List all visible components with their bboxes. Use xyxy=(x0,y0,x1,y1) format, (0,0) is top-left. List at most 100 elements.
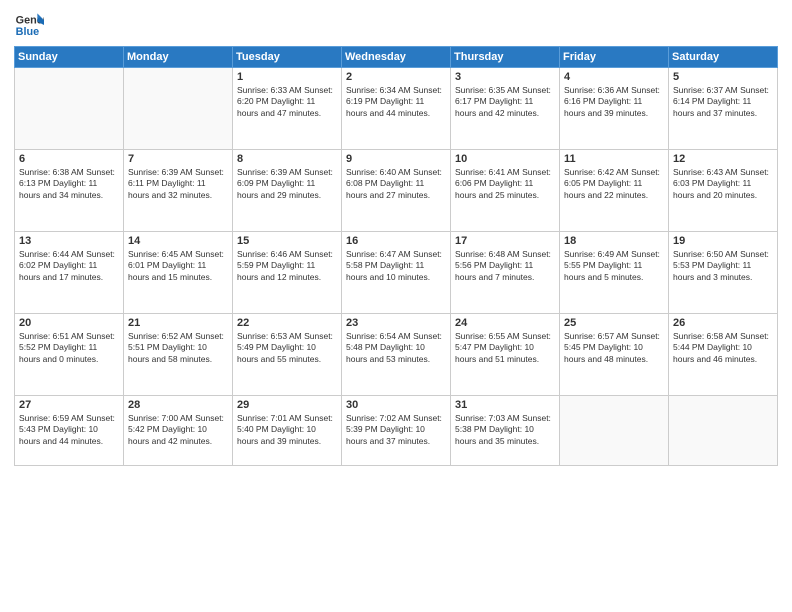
day-number: 7 xyxy=(128,153,228,165)
calendar-cell xyxy=(15,68,124,150)
day-number: 8 xyxy=(237,153,337,165)
calendar-week-2: 6 Sunrise: 6:38 AM Sunset: 6:13 PM Daylig… xyxy=(15,150,778,232)
day-number: 9 xyxy=(346,153,446,165)
calendar-cell: 9 Sunrise: 6:40 AM Sunset: 6:08 PM Daylig… xyxy=(342,150,451,232)
day-info: Sunrise: 6:52 AM Sunset: 5:51 PM Dayligh… xyxy=(128,331,228,365)
calendar-cell: 24Sunrise: 6:55 AM Sunset: 5:47 PM Dayli… xyxy=(451,314,560,396)
day-info: Sunrise: 6:50 AM Sunset: 5:53 PM Dayligh… xyxy=(673,249,773,283)
day-info: Sunrise: 6:44 AM Sunset: 6:02 PM Dayligh… xyxy=(19,249,119,283)
day-info: Sunrise: 7:01 AM Sunset: 5:40 PM Dayligh… xyxy=(237,413,337,447)
day-number: 16 xyxy=(346,235,446,247)
weekday-header-wednesday: Wednesday xyxy=(342,47,451,68)
day-number: 4 xyxy=(564,71,664,83)
day-number: 12 xyxy=(673,153,773,165)
svg-text:Blue: Blue xyxy=(16,26,39,38)
calendar-cell: 30Sunrise: 7:02 AM Sunset: 5:39 PM Dayli… xyxy=(342,396,451,466)
calendar-cell: 13 Sunrise: 6:44 AM Sunset: 6:02 PM Dayli… xyxy=(15,232,124,314)
day-number: 26 xyxy=(673,317,773,329)
day-info: Sunrise: 7:02 AM Sunset: 5:39 PM Dayligh… xyxy=(346,413,446,447)
day-number: 18 xyxy=(564,235,664,247)
calendar-cell: 10Sunrise: 6:41 AM Sunset: 6:06 PM Dayli… xyxy=(451,150,560,232)
day-number: 6 xyxy=(19,153,119,165)
day-info: Sunrise: 6:39 AM Sunset: 6:09 PM Dayligh… xyxy=(237,167,337,201)
day-info: Sunrise: 6:43 AM Sunset: 6:03 PM Dayligh… xyxy=(673,167,773,201)
calendar-cell: 19 Sunrise: 6:50 AM Sunset: 5:53 PM Dayli… xyxy=(669,232,778,314)
day-number: 14 xyxy=(128,235,228,247)
calendar-header-row: SundayMondayTuesdayWednesdayThursdayFrid… xyxy=(15,47,778,68)
day-number: 11 xyxy=(564,153,664,165)
day-info: Sunrise: 6:47 AM Sunset: 5:58 PM Dayligh… xyxy=(346,249,446,283)
day-number: 28 xyxy=(128,399,228,411)
calendar-cell: 23 Sunrise: 6:54 AM Sunset: 5:48 PM Dayli… xyxy=(342,314,451,396)
day-info: Sunrise: 6:38 AM Sunset: 6:13 PM Dayligh… xyxy=(19,167,119,201)
day-number: 3 xyxy=(455,71,555,83)
day-number: 27 xyxy=(19,399,119,411)
weekday-header-tuesday: Tuesday xyxy=(233,47,342,68)
day-info: Sunrise: 6:36 AM Sunset: 6:16 PM Dayligh… xyxy=(564,85,664,119)
calendar-cell: 18 Sunrise: 6:49 AM Sunset: 5:55 PM Dayli… xyxy=(560,232,669,314)
day-number: 1 xyxy=(237,71,337,83)
day-info: Sunrise: 6:45 AM Sunset: 6:01 PM Dayligh… xyxy=(128,249,228,283)
logo: General Blue xyxy=(14,10,44,40)
calendar-cell: 14 Sunrise: 6:45 AM Sunset: 6:01 PM Dayli… xyxy=(124,232,233,314)
weekday-header-sunday: Sunday xyxy=(15,47,124,68)
day-info: Sunrise: 6:40 AM Sunset: 6:08 PM Dayligh… xyxy=(346,167,446,201)
weekday-header-friday: Friday xyxy=(560,47,669,68)
calendar-cell: 15 Sunrise: 6:46 AM Sunset: 5:59 PM Dayli… xyxy=(233,232,342,314)
day-number: 25 xyxy=(564,317,664,329)
weekday-header-saturday: Saturday xyxy=(669,47,778,68)
calendar-cell: 16 Sunrise: 6:47 AM Sunset: 5:58 PM Dayli… xyxy=(342,232,451,314)
day-info: Sunrise: 6:42 AM Sunset: 6:05 PM Dayligh… xyxy=(564,167,664,201)
calendar-table: SundayMondayTuesdayWednesdayThursdayFrid… xyxy=(14,46,778,466)
calendar-cell: 8 Sunrise: 6:39 AM Sunset: 6:09 PM Daylig… xyxy=(233,150,342,232)
day-info: Sunrise: 6:53 AM Sunset: 5:49 PM Dayligh… xyxy=(237,331,337,365)
day-info: Sunrise: 6:33 AM Sunset: 6:20 PM Dayligh… xyxy=(237,85,337,119)
day-number: 22 xyxy=(237,317,337,329)
calendar-cell: 17 Sunrise: 6:48 AM Sunset: 5:56 PM Dayli… xyxy=(451,232,560,314)
day-info: Sunrise: 6:39 AM Sunset: 6:11 PM Dayligh… xyxy=(128,167,228,201)
day-number: 17 xyxy=(455,235,555,247)
day-number: 23 xyxy=(346,317,446,329)
day-number: 19 xyxy=(673,235,773,247)
day-number: 2 xyxy=(346,71,446,83)
calendar-week-4: 20 Sunrise: 6:51 AM Sunset: 5:52 PM Dayli… xyxy=(15,314,778,396)
day-info: Sunrise: 6:48 AM Sunset: 5:56 PM Dayligh… xyxy=(455,249,555,283)
day-number: 5 xyxy=(673,71,773,83)
calendar-cell: 31 Sunrise: 7:03 AM Sunset: 5:38 PM Dayli… xyxy=(451,396,560,466)
calendar-cell: 26 Sunrise: 6:58 AM Sunset: 5:44 PM Dayli… xyxy=(669,314,778,396)
calendar-week-5: 27 Sunrise: 6:59 AM Sunset: 5:43 PM Dayli… xyxy=(15,396,778,466)
day-number: 20 xyxy=(19,317,119,329)
day-number: 29 xyxy=(237,399,337,411)
logo-icon: General Blue xyxy=(14,10,44,40)
weekday-header-monday: Monday xyxy=(124,47,233,68)
calendar-cell: 4 Sunrise: 6:36 AM Sunset: 6:16 PM Daylig… xyxy=(560,68,669,150)
day-info: Sunrise: 6:58 AM Sunset: 5:44 PM Dayligh… xyxy=(673,331,773,365)
calendar-cell: 20 Sunrise: 6:51 AM Sunset: 5:52 PM Dayli… xyxy=(15,314,124,396)
calendar-cell xyxy=(669,396,778,466)
day-info: Sunrise: 6:59 AM Sunset: 5:43 PM Dayligh… xyxy=(19,413,119,447)
day-info: Sunrise: 6:35 AM Sunset: 6:17 PM Dayligh… xyxy=(455,85,555,119)
calendar-cell: 5Sunrise: 6:37 AM Sunset: 6:14 PM Daylig… xyxy=(669,68,778,150)
calendar-cell: 27 Sunrise: 6:59 AM Sunset: 5:43 PM Dayli… xyxy=(15,396,124,466)
weekday-header-thursday: Thursday xyxy=(451,47,560,68)
calendar-cell: 28 Sunrise: 7:00 AM Sunset: 5:42 PM Dayli… xyxy=(124,396,233,466)
day-info: Sunrise: 6:51 AM Sunset: 5:52 PM Dayligh… xyxy=(19,331,119,365)
day-number: 31 xyxy=(455,399,555,411)
day-number: 15 xyxy=(237,235,337,247)
day-number: 21 xyxy=(128,317,228,329)
calendar-cell: 7 Sunrise: 6:39 AM Sunset: 6:11 PM Daylig… xyxy=(124,150,233,232)
header: General Blue xyxy=(14,10,778,40)
day-info: Sunrise: 6:46 AM Sunset: 5:59 PM Dayligh… xyxy=(237,249,337,283)
calendar-week-1: 1 Sunrise: 6:33 AM Sunset: 6:20 PM Daylig… xyxy=(15,68,778,150)
day-info: Sunrise: 6:54 AM Sunset: 5:48 PM Dayligh… xyxy=(346,331,446,365)
day-info: Sunrise: 6:49 AM Sunset: 5:55 PM Dayligh… xyxy=(564,249,664,283)
calendar-cell: 1 Sunrise: 6:33 AM Sunset: 6:20 PM Daylig… xyxy=(233,68,342,150)
day-info: Sunrise: 7:03 AM Sunset: 5:38 PM Dayligh… xyxy=(455,413,555,447)
day-info: Sunrise: 7:00 AM Sunset: 5:42 PM Dayligh… xyxy=(128,413,228,447)
calendar-week-3: 13 Sunrise: 6:44 AM Sunset: 6:02 PM Dayli… xyxy=(15,232,778,314)
day-info: Sunrise: 6:55 AM Sunset: 5:47 PM Dayligh… xyxy=(455,331,555,365)
day-info: Sunrise: 6:57 AM Sunset: 5:45 PM Dayligh… xyxy=(564,331,664,365)
day-info: Sunrise: 6:41 AM Sunset: 6:06 PM Dayligh… xyxy=(455,167,555,201)
day-number: 13 xyxy=(19,235,119,247)
calendar-cell: 11 Sunrise: 6:42 AM Sunset: 6:05 PM Dayli… xyxy=(560,150,669,232)
